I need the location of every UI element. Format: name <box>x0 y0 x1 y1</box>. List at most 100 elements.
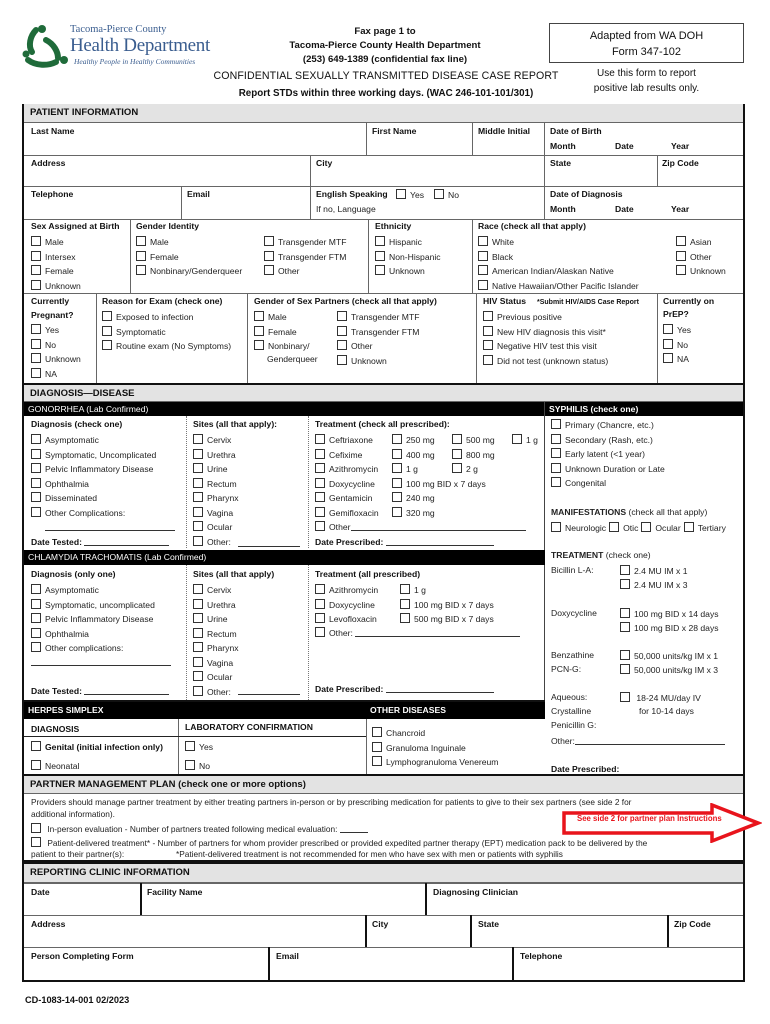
checkbox[interactable] <box>193 598 203 609</box>
checkbox[interactable] <box>620 650 630 660</box>
gender-identity-option[interactable]: Male <box>136 236 169 248</box>
gc-site-option[interactable]: Pharynx <box>193 492 239 504</box>
checkbox[interactable] <box>452 463 462 473</box>
pregnant-option[interactable]: No <box>31 338 56 351</box>
checkbox[interactable] <box>315 492 325 502</box>
reason-option[interactable]: Exposed to infection <box>102 311 193 323</box>
reason-option[interactable]: Routine exam (No Symptoms) <box>102 340 231 352</box>
checkbox[interactable] <box>372 756 382 766</box>
gc-site-option[interactable]: Urethra <box>193 448 236 461</box>
herpes-genital-option[interactable]: Genital (initial infection only) <box>31 741 163 753</box>
lab-yes-option[interactable]: Yes <box>185 741 213 753</box>
syphilis-stage-option[interactable]: Early latent (<1 year) <box>551 448 645 460</box>
prep-option[interactable]: No <box>663 338 688 351</box>
checkbox[interactable] <box>254 311 264 321</box>
checkbox[interactable] <box>31 367 41 378</box>
checkbox[interactable] <box>392 448 402 459</box>
checkbox[interactable] <box>254 340 264 350</box>
gc-treatment-drug-option[interactable]: Ceftriaxone <box>315 434 373 446</box>
checkbox[interactable] <box>551 477 561 487</box>
gc-diagnosis-option[interactable]: Symptomatic, Uncomplicated <box>31 448 156 461</box>
checkbox[interactable] <box>663 324 673 334</box>
gc-treatment-dose-option[interactable]: 1 g <box>392 463 418 475</box>
race-option[interactable]: Black <box>478 250 513 263</box>
checkbox[interactable] <box>337 340 347 350</box>
checkbox[interactable] <box>264 250 274 261</box>
sex-at-birth-option[interactable]: Intersex <box>31 250 76 263</box>
checkbox[interactable] <box>315 506 325 517</box>
gc-treatment-dose-option[interactable]: 500 mg <box>452 434 495 446</box>
gc-diagnosis-option[interactable]: Ophthalmia <box>31 477 89 490</box>
ct-diagnosis-option[interactable]: Symptomatic, uncomplicated <box>31 598 155 611</box>
manifestation-option[interactable]: Tertiary <box>683 522 726 533</box>
checkbox[interactable] <box>392 477 402 488</box>
ct-date-tested[interactable]: Date Tested: <box>31 685 170 697</box>
checkbox[interactable] <box>452 448 462 459</box>
ct-date-prescribed[interactable]: Date Prescribed: <box>315 683 494 695</box>
pregnant-option[interactable]: NA <box>31 367 57 380</box>
partner-gender-option[interactable]: Transgender FTM <box>337 325 419 338</box>
partner-gender-option[interactable]: Nonbinary/ <box>254 340 310 352</box>
checkbox[interactable] <box>392 492 402 502</box>
ct-site-option[interactable]: Pharynx <box>193 642 239 654</box>
checkbox[interactable] <box>102 325 112 336</box>
ct-site-option[interactable]: Urine <box>193 613 228 625</box>
ct-treatment-dose-option[interactable]: 500 mg BID x 7 days <box>400 613 494 625</box>
ethnicity-option[interactable]: Unknown <box>375 265 425 277</box>
checkbox[interactable] <box>396 189 406 199</box>
doxycycline-dose-option[interactable]: 100 mg BID x 28 days <box>620 622 719 634</box>
checkbox[interactable] <box>31 492 41 502</box>
checkbox[interactable] <box>315 613 325 623</box>
checkbox[interactable] <box>102 311 112 321</box>
checkbox[interactable] <box>31 598 41 609</box>
checkbox[interactable] <box>641 522 652 532</box>
checkbox[interactable] <box>31 448 41 459</box>
checkbox[interactable] <box>551 462 561 473</box>
checkbox[interactable] <box>375 250 385 261</box>
checkbox[interactable] <box>264 236 274 246</box>
gc-treatment-dose-option[interactable]: 320 mg <box>392 506 435 519</box>
gc-treatment-dose-option[interactable]: 2 g <box>452 463 478 475</box>
partner-gender-option[interactable]: Male <box>254 311 287 323</box>
syphilis-stage-option[interactable]: Congenital <box>551 477 606 489</box>
gc-tx-other[interactable]: Other <box>315 521 526 533</box>
checkbox[interactable] <box>31 823 41 833</box>
gender-identity-option[interactable]: Other <box>264 265 300 277</box>
checkbox[interactable] <box>136 236 146 246</box>
other-disease-option[interactable]: Granuloma Inguinale <box>372 741 466 754</box>
checkbox[interactable] <box>551 419 561 429</box>
hiv-status-option[interactable]: New HIV diagnosis this visit* <box>483 325 606 338</box>
in-person-option[interactable]: In-person evaluation - Number of partner… <box>31 823 368 835</box>
checkbox[interactable] <box>676 236 686 246</box>
race-option[interactable]: Other <box>676 250 712 263</box>
syphilis-stage-option[interactable]: Unknown Duration or Late <box>551 462 665 475</box>
checkbox[interactable] <box>452 434 462 444</box>
gc-date-prescribed[interactable]: Date Prescribed: <box>315 536 494 548</box>
checkbox[interactable] <box>31 324 41 334</box>
race-option[interactable]: American Indian/Alaskan Native <box>478 265 614 277</box>
ct-site-option[interactable]: Cervix <box>193 584 231 596</box>
checkbox[interactable] <box>31 642 41 652</box>
checkbox[interactable] <box>31 338 41 349</box>
gc-treatment-dose-option[interactable]: 800 mg <box>452 448 495 461</box>
bicillin-dose-option[interactable]: 2.4 MU IM x 1 <box>620 565 687 577</box>
ct-site-option[interactable]: Vagina <box>193 656 233 669</box>
checkbox[interactable] <box>392 506 402 517</box>
prep-option[interactable]: NA <box>663 353 689 365</box>
checkbox[interactable] <box>193 477 203 488</box>
checkbox[interactable] <box>663 338 673 349</box>
gc-site-option[interactable]: Cervix <box>193 434 231 446</box>
checkbox[interactable] <box>337 325 347 336</box>
checkbox[interactable] <box>375 265 385 275</box>
ct-site-option[interactable]: Rectum <box>193 627 237 640</box>
english-yes-option[interactable]: Yes <box>396 189 424 201</box>
checkbox[interactable] <box>392 463 402 473</box>
checkbox[interactable] <box>264 265 274 275</box>
benzathine-dose-option[interactable]: 50,000 units/kg IM x 1 <box>620 650 718 662</box>
gc-treatment-dose-option[interactable]: 1 g <box>512 434 538 446</box>
checkbox[interactable] <box>185 760 195 770</box>
doxycycline-dose-option[interactable]: 100 mg BID x 14 days <box>620 608 719 620</box>
checkbox[interactable] <box>620 608 630 618</box>
gc-treatment-dose-option[interactable]: 100 mg BID x 7 days <box>392 477 486 490</box>
checkbox[interactable] <box>315 627 325 637</box>
